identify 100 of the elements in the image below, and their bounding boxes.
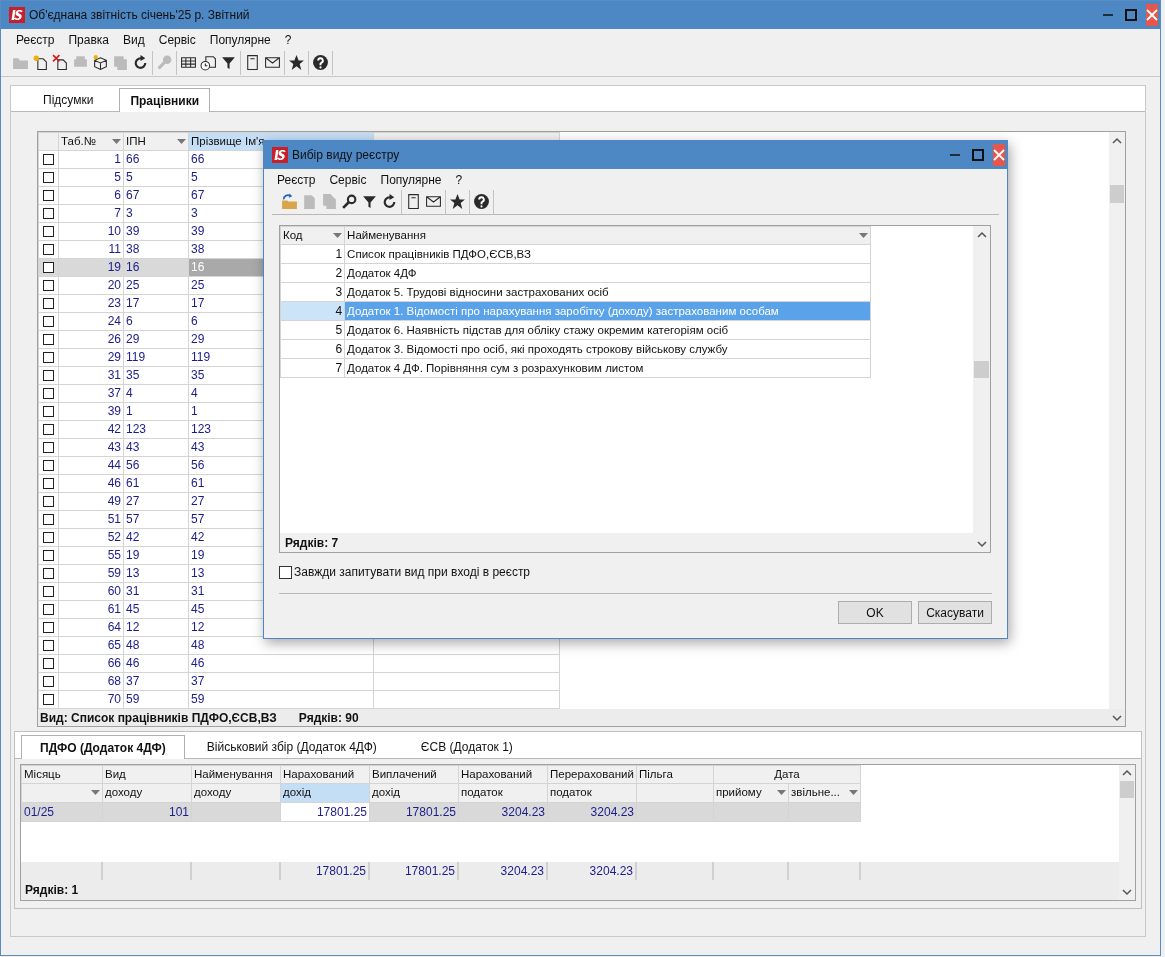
table-cell[interactable]: 3 xyxy=(280,282,345,302)
checkbox[interactable] xyxy=(43,154,54,165)
dropdown-arrow-icon[interactable] xyxy=(91,790,100,796)
column-header[interactable]: Нарахований xyxy=(458,765,548,784)
checkbox[interactable] xyxy=(43,406,54,417)
column-header[interactable]: Вид xyxy=(102,765,192,784)
checkbox[interactable] xyxy=(43,514,54,525)
ok-button[interactable]: OK xyxy=(838,601,912,624)
checkbox[interactable] xyxy=(43,496,54,507)
checkbox[interactable] xyxy=(43,244,54,255)
dropdown-arrow-icon[interactable] xyxy=(849,790,858,796)
document-icon[interactable] xyxy=(244,54,261,71)
table-cell[interactable]: 7 xyxy=(280,358,345,378)
refresh-icon[interactable] xyxy=(132,54,149,71)
folder-arrow-icon[interactable] xyxy=(281,193,298,210)
tab[interactable]: ПДФО (Додаток 4ДФ) xyxy=(21,735,185,759)
new-doc-icon[interactable] xyxy=(32,54,49,71)
checkbox[interactable] xyxy=(279,565,292,579)
checkbox[interactable] xyxy=(43,532,54,543)
checkbox[interactable] xyxy=(43,622,54,633)
dropdown-arrow-icon[interactable] xyxy=(177,139,186,144)
table-cell[interactable]: Список працівників ПДФО,ЄСВ,ВЗ xyxy=(344,244,871,264)
column-header[interactable]: Пільга xyxy=(636,765,714,784)
checkbox[interactable] xyxy=(43,604,54,615)
scroll-down-icon[interactable] xyxy=(1122,888,1132,896)
checkbox[interactable] xyxy=(43,370,54,381)
checkbox[interactable] xyxy=(43,298,54,309)
menu-item[interactable]: Сервіс xyxy=(151,31,203,49)
scroll-up-icon[interactable] xyxy=(1112,136,1122,145)
cancel-button[interactable]: Скасувати xyxy=(918,601,992,624)
help-icon[interactable] xyxy=(312,54,329,71)
document-icon[interactable] xyxy=(405,193,422,210)
table-cell[interactable]: 5 xyxy=(280,320,345,340)
table-cell[interactable]: 6 xyxy=(280,339,345,359)
table-cell[interactable]: 2 xyxy=(280,263,345,283)
table-cell[interactable]: 1 xyxy=(280,244,345,264)
scroll-up-icon[interactable] xyxy=(976,230,987,239)
mail-icon[interactable] xyxy=(425,193,442,210)
menu-item[interactable]: ? xyxy=(277,31,299,49)
column-header[interactable]: Місяць xyxy=(21,765,103,784)
close-button[interactable] xyxy=(993,144,1005,166)
delete-doc-icon[interactable] xyxy=(52,54,69,71)
checkbox[interactable] xyxy=(43,640,54,651)
box-icon[interactable] xyxy=(92,54,109,71)
checkbox[interactable] xyxy=(43,388,54,399)
checkbox[interactable] xyxy=(43,424,54,435)
checkbox[interactable] xyxy=(43,226,54,237)
filter-icon[interactable] xyxy=(220,54,237,71)
table-cell[interactable]: Додаток 6. Наявність підстав для обліку стажу окремим категоріям осіб xyxy=(344,320,871,340)
menu-item[interactable]: ? xyxy=(448,171,470,189)
menu-item[interactable]: Правка xyxy=(61,31,116,49)
checkbox[interactable] xyxy=(43,316,54,327)
star-icon[interactable] xyxy=(288,54,305,71)
scroll-up-icon[interactable] xyxy=(1122,769,1132,777)
checkbox[interactable] xyxy=(43,478,54,489)
checkbox[interactable] xyxy=(43,586,54,597)
menu-item[interactable]: Популярне xyxy=(373,171,449,189)
menu-item[interactable]: Сервіс xyxy=(322,171,374,189)
table-cell[interactable]: Додаток 4ДФ xyxy=(344,263,871,283)
mail-icon[interactable] xyxy=(264,54,281,71)
menu-item[interactable]: Вид xyxy=(116,31,152,49)
checkbox[interactable] xyxy=(43,676,54,687)
checkbox[interactable] xyxy=(43,280,54,291)
search-icon[interactable] xyxy=(341,193,358,210)
checkbox[interactable] xyxy=(43,550,54,561)
checkbox[interactable] xyxy=(43,658,54,669)
column-header[interactable]: Нарахований xyxy=(280,765,370,784)
tab[interactable]: Працівники xyxy=(119,88,211,112)
checkbox[interactable] xyxy=(43,568,54,579)
star-icon[interactable] xyxy=(449,193,466,210)
column-header[interactable]: Найменування xyxy=(191,765,281,784)
scroll-down-icon[interactable] xyxy=(976,539,987,548)
checkbox[interactable] xyxy=(43,190,54,201)
dropdown-arrow-icon[interactable] xyxy=(777,790,786,796)
table-icon[interactable] xyxy=(180,54,197,71)
help-icon[interactable] xyxy=(473,193,490,210)
dropdown-arrow-icon[interactable] xyxy=(859,233,868,239)
table-cell[interactable]: Додаток 4 ДФ. Порівняння сум з розрахунковим листом xyxy=(344,358,871,378)
table-cell[interactable]: Додаток 3. Відомості про осіб, які проходять строкову військову службу xyxy=(344,339,871,359)
clock-doc-icon[interactable] xyxy=(200,54,217,71)
table-cell[interactable]: Додаток 5. Трудові відносини застрахованих осіб xyxy=(344,282,871,302)
menu-item[interactable]: Популярне xyxy=(202,31,278,49)
refresh-icon[interactable] xyxy=(381,193,398,210)
checkbox[interactable] xyxy=(43,460,54,471)
checkbox[interactable] xyxy=(43,442,54,453)
close-button[interactable] xyxy=(1146,4,1158,26)
scrollbar-thumb[interactable] xyxy=(1120,781,1134,798)
filter-icon[interactable] xyxy=(361,193,378,210)
scroll-down-icon[interactable] xyxy=(1112,713,1122,722)
menu-item[interactable]: Реєстр xyxy=(270,171,323,189)
menu-item[interactable]: Реєстр xyxy=(9,31,62,49)
scrollbar-thumb[interactable] xyxy=(974,361,989,378)
checkbox[interactable] xyxy=(43,694,54,705)
checkbox[interactable] xyxy=(43,352,54,363)
checkbox[interactable] xyxy=(43,208,54,219)
column-header[interactable]: Виплачений xyxy=(369,765,459,784)
column-header[interactable]: Перерахований xyxy=(547,765,637,784)
checkbox[interactable] xyxy=(43,334,54,345)
checkbox[interactable] xyxy=(43,262,54,273)
checkbox[interactable] xyxy=(43,172,54,183)
